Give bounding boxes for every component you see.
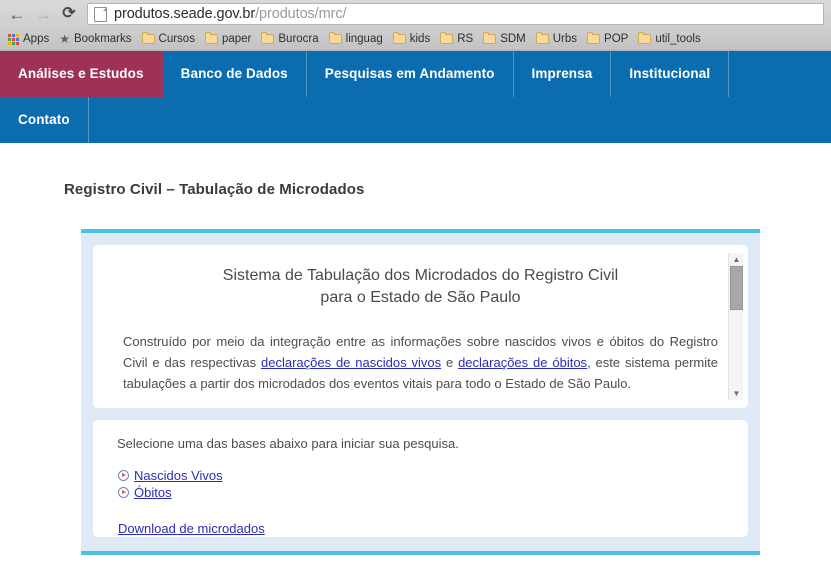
folder-icon (204, 32, 218, 44)
bookmark-linguag[interactable]: linguag (325, 30, 389, 48)
base-row-obitos[interactable]: Óbitos (118, 485, 726, 500)
select-prompt: Selecione uma das bases abaixo para inic… (117, 436, 459, 451)
arrow-circle-icon (118, 487, 129, 498)
site-navigation-row-2: Contato (0, 97, 831, 143)
bookmark-label: util_tools (655, 33, 701, 45)
bookmark-urbs[interactable]: Urbs (532, 30, 583, 48)
folder-icon (392, 32, 406, 44)
folder-icon (328, 32, 342, 44)
bookmark-paper[interactable]: paper (201, 30, 257, 48)
url-text: produtos.seade.gov.br/produtos/mrc/ (114, 6, 347, 22)
folder-icon (141, 32, 155, 44)
scroll-up-arrow-icon[interactable]: ▲ (729, 253, 744, 266)
browser-toolbar: ← → ⟳ produtos.seade.gov.br/produtos/mrc… (0, 0, 831, 28)
nav-item-pesquisas-em-andamento[interactable]: Pesquisas em Andamento (307, 51, 514, 97)
intro-panel-scrollbar[interactable]: ▲ ▼ (728, 253, 743, 400)
arrow-circle-icon (118, 470, 129, 481)
nav-item-institucional[interactable]: Institucional (611, 51, 730, 97)
bookmark-label: linguag (345, 33, 383, 45)
folder-icon (483, 32, 497, 44)
bookmark-kids[interactable]: kids (389, 30, 436, 48)
bookmark-label: Bookmarks (73, 33, 132, 45)
bookmark-sdm[interactable]: SDM (479, 30, 532, 48)
intro-paragraph: Construído por meio da integração entre … (123, 331, 718, 394)
bookmark-cursos[interactable]: Cursos (138, 30, 201, 48)
apps-grid-icon (8, 33, 19, 45)
folder-icon (440, 32, 454, 44)
bookmark-apps[interactable]: Apps (4, 30, 55, 48)
bookmark-rs[interactable]: RS (436, 30, 479, 48)
link-nascidos-vivos[interactable]: Nascidos Vivos (134, 468, 223, 483)
bookmarks-bar: Apps ★ Bookmarks Cursos paper Burocra li… (0, 28, 831, 50)
intro-heading-line-1: Sistema de Tabulação dos Microdados do R… (222, 267, 619, 284)
page-body: Registro Civil – Tabulação de Microdados… (0, 143, 831, 555)
nav-item-analises-e-estudos[interactable]: Análises e Estudos (0, 51, 163, 97)
bookmark-label: Urbs (552, 33, 578, 45)
folder-icon (638, 32, 652, 44)
base-row-nascidos-vivos[interactable]: Nascidos Vivos (118, 468, 726, 483)
folder-icon (587, 32, 601, 44)
link-download-microdados[interactable]: Download de microdados (118, 521, 265, 536)
browser-chrome: ← → ⟳ produtos.seade.gov.br/produtos/mrc… (0, 0, 831, 50)
intro-panel: Sistema de Tabulação dos Microdados do R… (93, 245, 748, 408)
scrollbar-thumb[interactable] (730, 266, 743, 310)
bookmark-bookmarks[interactable]: ★ Bookmarks (55, 30, 137, 48)
nav-item-contato[interactable]: Contato (0, 97, 89, 143)
base-selection-panel: Selecione uma das bases abaixo para inic… (93, 420, 748, 537)
bookmark-label: Cursos (158, 33, 195, 45)
url-path: /produtos/mrc/ (255, 6, 347, 22)
base-links-list: Nascidos Vivos Óbitos (118, 468, 726, 500)
bookmark-label: SDM (500, 33, 526, 45)
nav-item-banco-de-dados[interactable]: Banco de Dados (163, 51, 307, 97)
url-domain: produtos.seade.gov.br (114, 6, 256, 22)
bookmark-label: RS (457, 33, 474, 45)
scroll-down-arrow-icon[interactable]: ▼ (729, 387, 744, 400)
reload-icon[interactable]: ⟳ (56, 2, 82, 26)
intro-heading-line-2: para o Estado de São Paulo (320, 289, 521, 306)
link-declaracoes-obitos[interactable]: declarações de óbitos (458, 355, 587, 370)
address-bar[interactable]: produtos.seade.gov.br/produtos/mrc/ (87, 3, 824, 25)
folder-icon (261, 32, 275, 44)
folder-icon (535, 32, 549, 44)
bookmark-burocra[interactable]: Burocra (257, 30, 324, 48)
forward-icon[interactable]: → (30, 2, 56, 26)
bookmark-pop[interactable]: POP (583, 30, 634, 48)
shell-bottom-spacer (93, 537, 748, 551)
page-title: Registro Civil – Tabulação de Microdados (64, 181, 365, 198)
site-navigation-bar: Análises e Estudos Banco de Dados Pesqui… (0, 50, 831, 143)
bookmark-util-tools[interactable]: util_tools (634, 30, 706, 48)
bookmark-label: paper (221, 33, 252, 45)
bookmark-label: Apps (23, 33, 50, 45)
back-icon[interactable]: ← (4, 2, 30, 26)
bookmark-label: kids (409, 33, 431, 45)
bookmark-label: Burocra (278, 33, 319, 45)
link-obitos[interactable]: Óbitos (134, 485, 172, 500)
intro-text-part-2: e (441, 355, 459, 370)
intro-heading: Sistema de Tabulação dos Microdados do R… (113, 265, 728, 309)
nav-item-imprensa[interactable]: Imprensa (514, 51, 612, 97)
bookmark-label: POP (604, 33, 629, 45)
link-declaracoes-nascidos-vivos[interactable]: declarações de nascidos vivos (261, 355, 441, 370)
star-icon: ★ (59, 32, 70, 46)
content-shell: Sistema de Tabulação dos Microdados do R… (81, 229, 760, 555)
page-document-icon (94, 6, 107, 22)
